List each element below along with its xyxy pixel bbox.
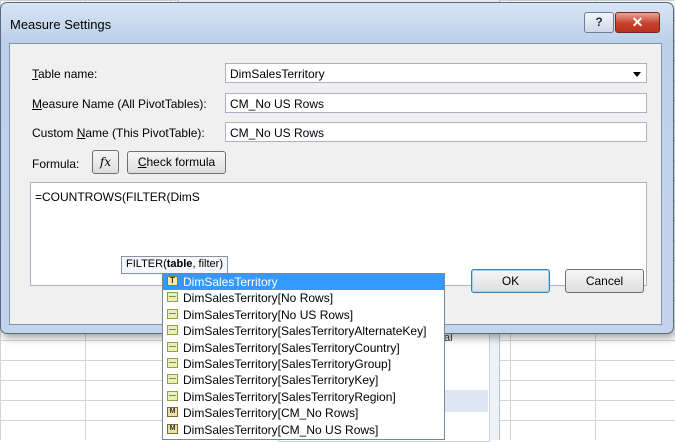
title-bar[interactable]: Measure Settings ? ✕ xyxy=(1,3,673,43)
measure-icon: M xyxy=(167,407,178,418)
help-button[interactable]: ? xyxy=(584,12,614,33)
dialog-title: Measure Settings xyxy=(10,17,112,32)
column-icon xyxy=(167,341,178,352)
measure-name-value: CM_No US Rows xyxy=(230,97,325,111)
autocomplete-item[interactable]: T DimSalesTerritory xyxy=(163,274,444,291)
formula-text: =COUNTROWS(FILTER(DimS xyxy=(35,190,200,204)
cancel-button[interactable]: Cancel xyxy=(565,269,644,293)
insert-function-button[interactable]: fx xyxy=(92,150,119,174)
table-name-dropdown[interactable]: DimSalesTerritory xyxy=(225,63,647,83)
autocomplete-item[interactable]: DimSalesTerritory[SalesTerritoryKey] xyxy=(163,372,444,388)
custom-name-label: Custom Name (This PivotTable): xyxy=(32,126,205,140)
column-icon xyxy=(167,292,178,303)
fx-icon: fx xyxy=(99,155,112,169)
autocomplete-item[interactable]: DimSalesTerritory[No Rows] xyxy=(163,290,444,306)
measure-name-label: Measure Name (All PivotTables): xyxy=(32,97,207,111)
chevron-down-icon[interactable] xyxy=(633,72,641,77)
autocomplete-item[interactable]: DimSalesTerritory[SalesTerritoryCountry] xyxy=(163,340,444,356)
table-icon: T xyxy=(167,276,178,286)
formula-label: Formula: xyxy=(32,157,80,171)
measure-icon: M xyxy=(167,423,178,434)
column-icon xyxy=(167,390,178,401)
custom-name-input[interactable]: CM_No US Rows xyxy=(225,122,647,142)
autocomplete-item[interactable]: M DimSalesTerritory[CM_No Rows] xyxy=(163,405,444,421)
autocomplete-item[interactable]: DimSalesTerritory[SalesTerritoryRegion] xyxy=(163,389,444,405)
check-formula-button[interactable]: Check formula xyxy=(127,151,226,174)
column-icon xyxy=(167,308,178,319)
column-icon xyxy=(167,357,178,368)
column-icon xyxy=(167,374,178,385)
autocomplete-list[interactable]: T DimSalesTerritory DimSalesTerritory[No … xyxy=(162,273,445,440)
autocomplete-item[interactable]: DimSalesTerritory[SalesTerritoryAlternat… xyxy=(163,323,444,339)
column-icon xyxy=(167,325,178,336)
ok-button[interactable]: OK xyxy=(471,269,550,293)
function-signature-tooltip: FILTER(table, filter) xyxy=(121,256,228,274)
autocomplete-item[interactable]: DimSalesTerritory[SalesTerritoryGroup] xyxy=(163,356,444,372)
autocomplete-item[interactable]: M DimSalesTerritory[CM_No US Rows] xyxy=(163,422,444,438)
autocomplete-item[interactable]: DimSalesTerritory[No US Rows] xyxy=(163,307,444,323)
custom-name-value: CM_No US Rows xyxy=(230,126,325,140)
measure-name-input[interactable]: CM_No US Rows xyxy=(225,93,647,113)
table-name-label: Table name: xyxy=(32,67,98,81)
close-button[interactable]: ✕ xyxy=(615,12,660,33)
table-name-value: DimSalesTerritory xyxy=(230,67,325,81)
